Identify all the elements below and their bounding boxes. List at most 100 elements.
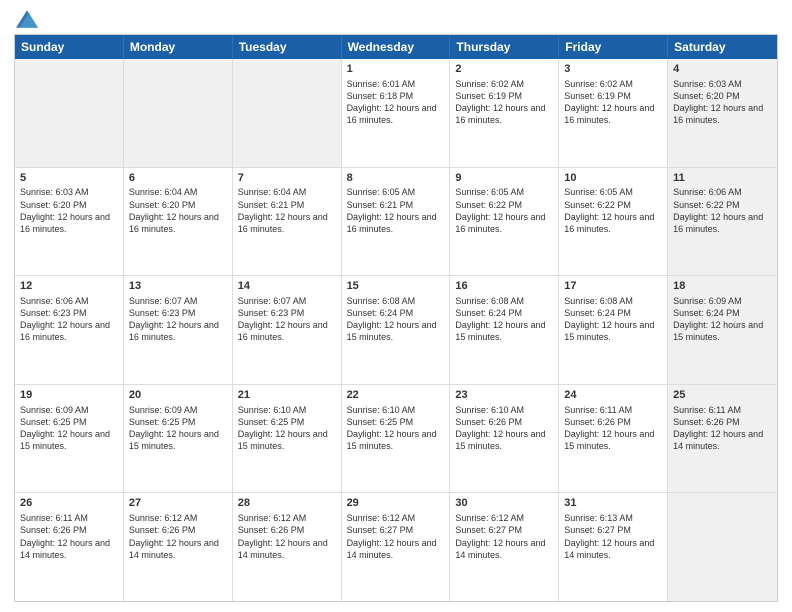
logo-icon (16, 10, 38, 28)
calendar-cell-empty (15, 59, 124, 167)
cell-info: Sunrise: 6:05 AM Sunset: 6:21 PM Dayligh… (347, 186, 445, 235)
calendar-cell-1: 1Sunrise: 6:01 AM Sunset: 6:18 PM Daylig… (342, 59, 451, 167)
calendar-cell-16: 16Sunrise: 6:08 AM Sunset: 6:24 PM Dayli… (450, 276, 559, 384)
day-number: 5 (20, 171, 118, 186)
calendar-cell-18: 18Sunrise: 6:09 AM Sunset: 6:24 PM Dayli… (668, 276, 777, 384)
cell-info: Sunrise: 6:03 AM Sunset: 6:20 PM Dayligh… (673, 78, 772, 127)
header-day-thursday: Thursday (450, 35, 559, 59)
calendar-row-2: 5Sunrise: 6:03 AM Sunset: 6:20 PM Daylig… (15, 167, 777, 276)
day-number: 2 (455, 62, 553, 77)
day-number: 14 (238, 279, 336, 294)
calendar-cell-29: 29Sunrise: 6:12 AM Sunset: 6:27 PM Dayli… (342, 493, 451, 601)
calendar-cell-9: 9Sunrise: 6:05 AM Sunset: 6:22 PM Daylig… (450, 168, 559, 276)
calendar-cell-21: 21Sunrise: 6:10 AM Sunset: 6:25 PM Dayli… (233, 385, 342, 493)
cell-info: Sunrise: 6:12 AM Sunset: 6:27 PM Dayligh… (347, 512, 445, 561)
day-number: 13 (129, 279, 227, 294)
cell-info: Sunrise: 6:11 AM Sunset: 6:26 PM Dayligh… (564, 404, 662, 453)
header-day-tuesday: Tuesday (233, 35, 342, 59)
calendar-cell-30: 30Sunrise: 6:12 AM Sunset: 6:27 PM Dayli… (450, 493, 559, 601)
calendar-cell-28: 28Sunrise: 6:12 AM Sunset: 6:26 PM Dayli… (233, 493, 342, 601)
calendar-cell-25: 25Sunrise: 6:11 AM Sunset: 6:26 PM Dayli… (668, 385, 777, 493)
calendar-cell-12: 12Sunrise: 6:06 AM Sunset: 6:23 PM Dayli… (15, 276, 124, 384)
calendar-cell-4: 4Sunrise: 6:03 AM Sunset: 6:20 PM Daylig… (668, 59, 777, 167)
cell-info: Sunrise: 6:11 AM Sunset: 6:26 PM Dayligh… (673, 404, 772, 453)
day-number: 28 (238, 496, 336, 511)
cell-info: Sunrise: 6:05 AM Sunset: 6:22 PM Dayligh… (564, 186, 662, 235)
day-number: 11 (673, 171, 772, 186)
calendar-cell-13: 13Sunrise: 6:07 AM Sunset: 6:23 PM Dayli… (124, 276, 233, 384)
cell-info: Sunrise: 6:04 AM Sunset: 6:21 PM Dayligh… (238, 186, 336, 235)
cell-info: Sunrise: 6:08 AM Sunset: 6:24 PM Dayligh… (455, 295, 553, 344)
cell-info: Sunrise: 6:09 AM Sunset: 6:24 PM Dayligh… (673, 295, 772, 344)
cell-info: Sunrise: 6:07 AM Sunset: 6:23 PM Dayligh… (238, 295, 336, 344)
calendar-header: SundayMondayTuesdayWednesdayThursdayFrid… (15, 35, 777, 59)
day-number: 10 (564, 171, 662, 186)
day-number: 31 (564, 496, 662, 511)
calendar-cell-3: 3Sunrise: 6:02 AM Sunset: 6:19 PM Daylig… (559, 59, 668, 167)
calendar-cell-empty (124, 59, 233, 167)
calendar-cell-6: 6Sunrise: 6:04 AM Sunset: 6:20 PM Daylig… (124, 168, 233, 276)
cell-info: Sunrise: 6:01 AM Sunset: 6:18 PM Dayligh… (347, 78, 445, 127)
header (14, 10, 778, 28)
day-number: 12 (20, 279, 118, 294)
cell-info: Sunrise: 6:11 AM Sunset: 6:26 PM Dayligh… (20, 512, 118, 561)
calendar-cell-5: 5Sunrise: 6:03 AM Sunset: 6:20 PM Daylig… (15, 168, 124, 276)
cell-info: Sunrise: 6:10 AM Sunset: 6:25 PM Dayligh… (238, 404, 336, 453)
calendar-cell-20: 20Sunrise: 6:09 AM Sunset: 6:25 PM Dayli… (124, 385, 233, 493)
header-day-sunday: Sunday (15, 35, 124, 59)
calendar-cell-10: 10Sunrise: 6:05 AM Sunset: 6:22 PM Dayli… (559, 168, 668, 276)
day-number: 26 (20, 496, 118, 511)
day-number: 21 (238, 388, 336, 403)
day-number: 15 (347, 279, 445, 294)
cell-info: Sunrise: 6:04 AM Sunset: 6:20 PM Dayligh… (129, 186, 227, 235)
header-day-saturday: Saturday (668, 35, 777, 59)
calendar-cell-19: 19Sunrise: 6:09 AM Sunset: 6:25 PM Dayli… (15, 385, 124, 493)
logo (14, 10, 40, 28)
cell-info: Sunrise: 6:12 AM Sunset: 6:26 PM Dayligh… (238, 512, 336, 561)
header-day-wednesday: Wednesday (342, 35, 451, 59)
day-number: 18 (673, 279, 772, 294)
calendar-cell-2: 2Sunrise: 6:02 AM Sunset: 6:19 PM Daylig… (450, 59, 559, 167)
calendar-cell-26: 26Sunrise: 6:11 AM Sunset: 6:26 PM Dayli… (15, 493, 124, 601)
cell-info: Sunrise: 6:05 AM Sunset: 6:22 PM Dayligh… (455, 186, 553, 235)
calendar-row-3: 12Sunrise: 6:06 AM Sunset: 6:23 PM Dayli… (15, 275, 777, 384)
calendar-cell-17: 17Sunrise: 6:08 AM Sunset: 6:24 PM Dayli… (559, 276, 668, 384)
day-number: 9 (455, 171, 553, 186)
cell-info: Sunrise: 6:06 AM Sunset: 6:22 PM Dayligh… (673, 186, 772, 235)
cell-info: Sunrise: 6:06 AM Sunset: 6:23 PM Dayligh… (20, 295, 118, 344)
day-number: 22 (347, 388, 445, 403)
day-number: 20 (129, 388, 227, 403)
calendar-cell-empty (233, 59, 342, 167)
calendar-cell-8: 8Sunrise: 6:05 AM Sunset: 6:21 PM Daylig… (342, 168, 451, 276)
cell-info: Sunrise: 6:03 AM Sunset: 6:20 PM Dayligh… (20, 186, 118, 235)
cell-info: Sunrise: 6:07 AM Sunset: 6:23 PM Dayligh… (129, 295, 227, 344)
calendar-cell-11: 11Sunrise: 6:06 AM Sunset: 6:22 PM Dayli… (668, 168, 777, 276)
calendar-row-1: 1Sunrise: 6:01 AM Sunset: 6:18 PM Daylig… (15, 59, 777, 167)
header-day-friday: Friday (559, 35, 668, 59)
calendar-cell-27: 27Sunrise: 6:12 AM Sunset: 6:26 PM Dayli… (124, 493, 233, 601)
calendar-cell-7: 7Sunrise: 6:04 AM Sunset: 6:21 PM Daylig… (233, 168, 342, 276)
cell-info: Sunrise: 6:09 AM Sunset: 6:25 PM Dayligh… (129, 404, 227, 453)
calendar-cell-22: 22Sunrise: 6:10 AM Sunset: 6:25 PM Dayli… (342, 385, 451, 493)
cell-info: Sunrise: 6:13 AM Sunset: 6:27 PM Dayligh… (564, 512, 662, 561)
day-number: 24 (564, 388, 662, 403)
cell-info: Sunrise: 6:09 AM Sunset: 6:25 PM Dayligh… (20, 404, 118, 453)
day-number: 17 (564, 279, 662, 294)
cell-info: Sunrise: 6:12 AM Sunset: 6:26 PM Dayligh… (129, 512, 227, 561)
day-number: 19 (20, 388, 118, 403)
cell-info: Sunrise: 6:12 AM Sunset: 6:27 PM Dayligh… (455, 512, 553, 561)
header-day-monday: Monday (124, 35, 233, 59)
cell-info: Sunrise: 6:10 AM Sunset: 6:26 PM Dayligh… (455, 404, 553, 453)
day-number: 6 (129, 171, 227, 186)
cell-info: Sunrise: 6:08 AM Sunset: 6:24 PM Dayligh… (564, 295, 662, 344)
cell-info: Sunrise: 6:10 AM Sunset: 6:25 PM Dayligh… (347, 404, 445, 453)
day-number: 4 (673, 62, 772, 77)
calendar-cell-empty (668, 493, 777, 601)
page: SundayMondayTuesdayWednesdayThursdayFrid… (0, 0, 792, 612)
calendar: SundayMondayTuesdayWednesdayThursdayFrid… (14, 34, 778, 602)
cell-info: Sunrise: 6:08 AM Sunset: 6:24 PM Dayligh… (347, 295, 445, 344)
calendar-cell-14: 14Sunrise: 6:07 AM Sunset: 6:23 PM Dayli… (233, 276, 342, 384)
day-number: 27 (129, 496, 227, 511)
day-number: 16 (455, 279, 553, 294)
calendar-row-4: 19Sunrise: 6:09 AM Sunset: 6:25 PM Dayli… (15, 384, 777, 493)
